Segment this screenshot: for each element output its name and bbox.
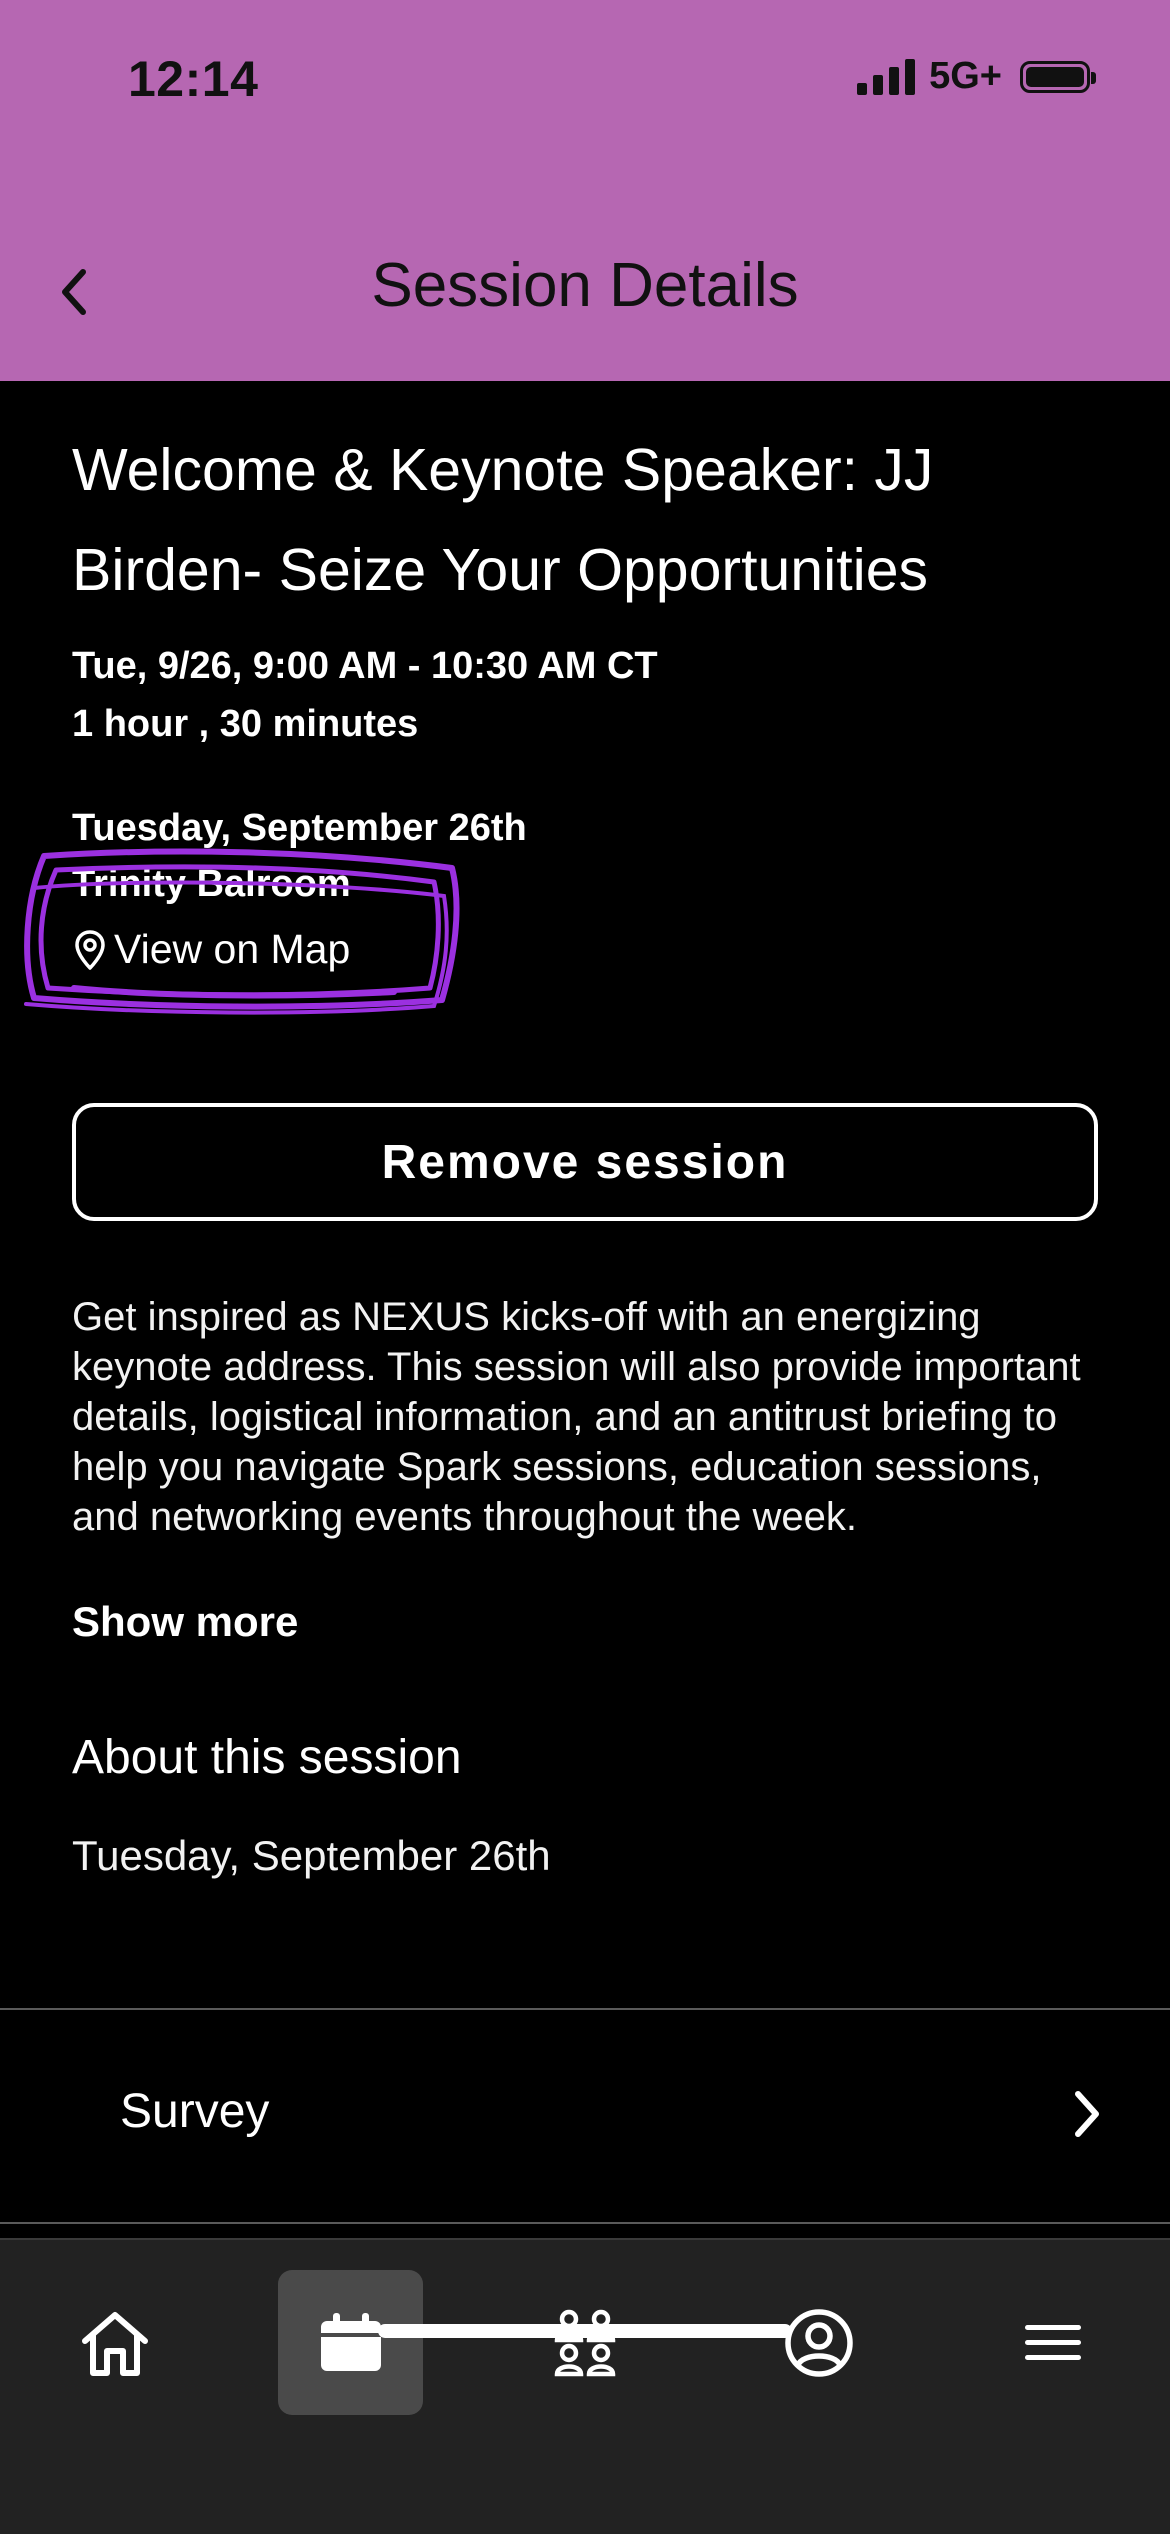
status-indicators: 5G+ [857,55,1096,98]
remove-session-button[interactable]: Remove session [72,1103,1098,1221]
show-more-link[interactable]: Show more [72,1598,298,1646]
header-bar: 12:14 5G+ Session Details [0,0,1170,381]
tab-profile[interactable] [746,2270,891,2415]
view-on-map-link[interactable]: View on Map [72,926,350,973]
network-label: 5G+ [929,55,1002,97]
about-date: Tuesday, September 26th [72,1832,551,1879]
about-heading: About this session [72,1731,462,1784]
people-icon [554,2309,615,2376]
chevron-right-icon [1072,2090,1102,2143]
session-datetime: Tue, 9/26, 9:00 AM - 10:30 AM CT [72,645,658,687]
page-title: Session Details [371,251,799,320]
session-duration: 1 hour , 30 minutes [72,703,419,745]
survey-row[interactable]: Survey [0,2012,1170,2222]
status-time: 12:14 [128,51,259,107]
home-indicator [378,2324,792,2338]
session-room: Trinity Balroom [72,863,351,905]
session-day: Tuesday, September 26th [72,807,527,849]
calendar-icon [320,2312,381,2371]
session-title: Welcome & Keynote Speaker: JJ Birden- Se… [72,437,934,603]
tab-bar [0,2238,1170,2534]
menu-icon [1024,2324,1081,2360]
survey-label: Survey [120,2085,270,2138]
battery-icon [1020,60,1096,93]
tab-home[interactable] [42,2270,187,2415]
signal-icon [857,58,916,95]
divider-bottom [0,2222,1170,2224]
tab-menu[interactable] [980,2270,1125,2415]
profile-icon [784,2308,853,2377]
session-description: Get inspired as NEXUS kicks-off with an … [72,1295,1081,1539]
map-pin-icon [75,929,105,970]
home-icon [81,2311,148,2376]
divider-top [0,2008,1170,2010]
view-on-map-label: View on Map [114,926,351,972]
tab-schedule[interactable] [278,2270,423,2415]
tab-attendees[interactable] [512,2270,657,2415]
